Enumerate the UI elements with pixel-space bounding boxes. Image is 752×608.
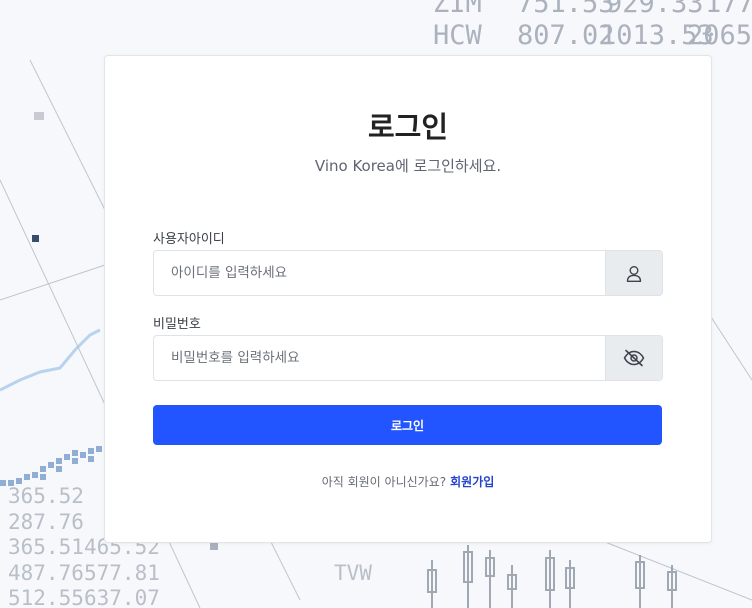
signup-prompt-row: 아직 회원이 아니신가요? 회원가입 <box>105 473 711 490</box>
eye-slash-icon <box>623 349 645 367</box>
username-label: 사용자아이디 <box>153 232 225 247</box>
bg-left-number: 637.07 <box>84 586 160 608</box>
bg-left-number: 577.81 <box>84 561 160 585</box>
username-field-group <box>153 250 663 296</box>
page-title: 로그인 <box>367 110 449 144</box>
ticker-row-1-v3: 1778 <box>705 0 752 19</box>
password-input[interactable] <box>154 336 604 380</box>
ticker-row-1-v1: 751.53 <box>517 0 615 19</box>
user-icon <box>626 265 642 282</box>
password-field-group <box>153 335 663 381</box>
login-button[interactable]: 로그인 <box>153 405 662 445</box>
bg-left-number: 487.76 <box>8 561 84 585</box>
username-input[interactable] <box>154 251 604 295</box>
page-subtitle: Vino Korea에 로그인하세요. <box>314 157 502 175</box>
bg-left-number: 512.55 <box>8 586 84 608</box>
username-addon <box>605 251 662 295</box>
signup-link[interactable]: 회원가입 <box>450 475 494 489</box>
bg-code: TVW <box>334 561 372 585</box>
bg-left-number: 365.51 <box>8 535 84 559</box>
password-label: 비밀번호 <box>153 317 201 332</box>
login-card: 로그인 Vino Korea에 로그인하세요. 사용자아이디 비밀번호 로그인 … <box>104 55 712 543</box>
signup-prompt-text: 아직 회원이 아니신가요? <box>321 475 447 489</box>
ticker-row-1-code: ZIM <box>433 0 482 19</box>
ticker-row-2-v3: 20651 <box>687 20 752 51</box>
bg-left-number: 287.76 <box>8 510 84 534</box>
ticker-row-1-v2: 929.33 <box>606 0 704 19</box>
password-visibility-toggle[interactable] <box>605 336 662 380</box>
ticker-row-2-code: HCW <box>433 20 483 51</box>
bg-left-number: 365.52 <box>8 484 84 508</box>
